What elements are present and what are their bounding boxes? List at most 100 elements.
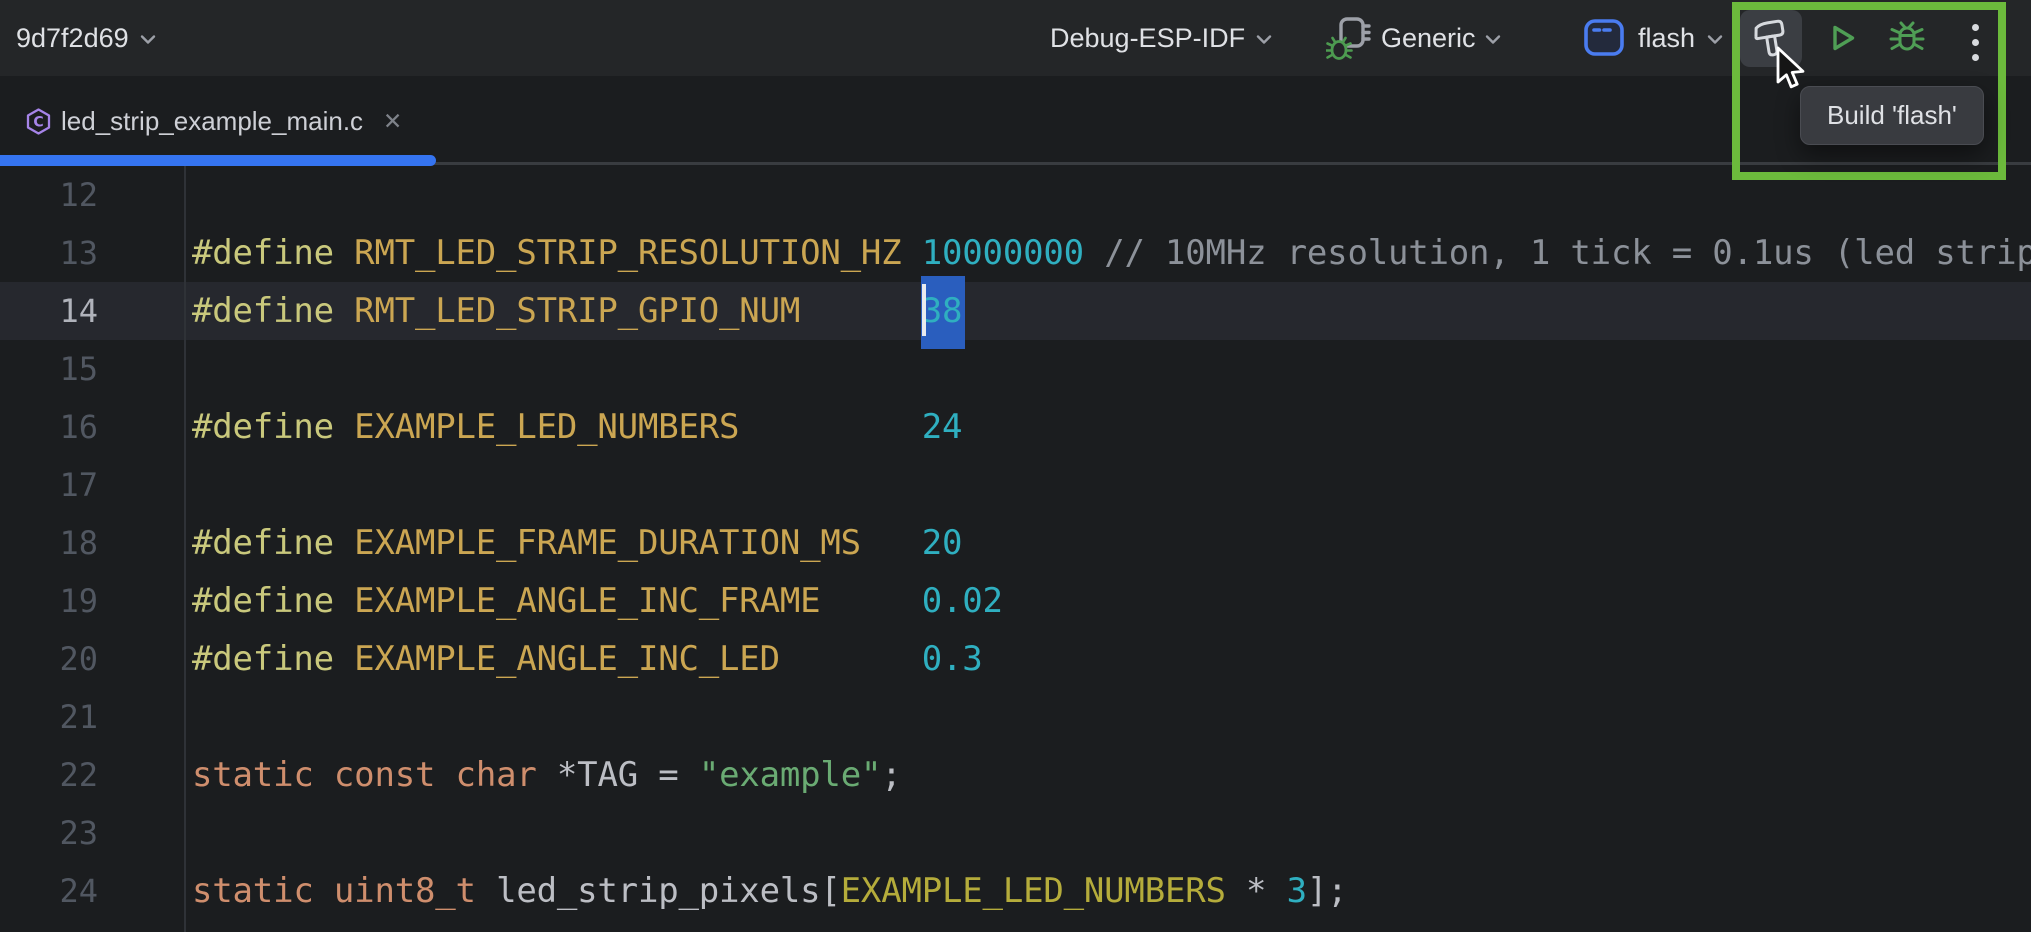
code-token: 0.3 (922, 639, 983, 679)
line-number[interactable]: 12 (0, 166, 184, 224)
chevron-down-icon (140, 34, 156, 45)
code-token: // 10MHz resolution, 1 tick = 0.1us (led… (1104, 233, 2031, 273)
window-terminal-icon (1582, 17, 1626, 59)
code-token: #define (192, 639, 354, 679)
code-token (820, 581, 921, 621)
line-number[interactable]: 20 (0, 630, 184, 688)
code-token (1084, 233, 1104, 273)
line-number[interactable]: 15 (0, 340, 184, 398)
bug-icon (1886, 16, 1928, 60)
build-tooltip-text: Build 'flash' (1827, 100, 1957, 130)
code-token (800, 291, 922, 331)
cmake-profile-selector[interactable]: Debug-ESP-IDF (1050, 0, 1272, 76)
active-tab-indicator (0, 155, 436, 166)
svg-text:C: C (33, 114, 43, 130)
code-token: #define (192, 407, 354, 447)
code-token (314, 871, 334, 911)
code-token: ; (881, 755, 901, 795)
code-line[interactable]: 17 (0, 456, 2031, 514)
code-token: #define (192, 291, 354, 331)
line-number[interactable]: 18 (0, 514, 184, 572)
code-token: RMT_LED_STRIP_RESOLUTION_HZ (354, 233, 901, 273)
main-toolbar: 9d7f2d69 Debug-ESP-IDF Generic flash (0, 0, 2031, 76)
code-token: EXAMPLE_LED_NUMBERS (841, 871, 1226, 911)
code-line[interactable]: 12 (0, 166, 2031, 224)
code-token: led_strip_pixels[ (476, 871, 841, 911)
code-text: static uint8_t led_strip_pixels[EXAMPLE_… (192, 862, 1347, 920)
project-selector[interactable]: 9d7f2d69 (16, 0, 156, 76)
code-token: static (192, 871, 314, 911)
code-line[interactable]: 21 (0, 688, 2031, 746)
chevron-down-icon (1707, 34, 1723, 45)
line-number[interactable]: 25 (0, 920, 184, 932)
build-button[interactable] (1740, 10, 1802, 67)
code-text: #define EXAMPLE_FRAME_DURATION_MS 20 (192, 514, 962, 572)
code-line[interactable]: 18#define EXAMPLE_FRAME_DURATION_MS 20 (0, 514, 2031, 572)
close-icon[interactable]: ✕ (383, 110, 402, 133)
chevron-down-icon (1256, 34, 1272, 45)
debug-button[interactable] (1886, 16, 1928, 60)
code-line[interactable]: 25 (0, 920, 2031, 932)
code-line[interactable]: 15 (0, 340, 2031, 398)
kebab-menu-icon (1972, 24, 1979, 31)
code-token: const (334, 755, 435, 795)
code-line[interactable]: 13#define RMT_LED_STRIP_RESOLUTION_HZ 10… (0, 224, 2031, 282)
line-number[interactable]: 13 (0, 224, 184, 282)
code-token (739, 407, 921, 447)
code-token: #define (192, 233, 354, 273)
tab-led-strip-example-main[interactable]: C led_strip_example_main.c ✕ (0, 76, 402, 166)
code-text: #define EXAMPLE_LED_NUMBERS 24 (192, 398, 962, 456)
code-line[interactable]: 16#define EXAMPLE_LED_NUMBERS 24 (0, 398, 2031, 456)
line-number[interactable]: 21 (0, 688, 184, 746)
line-number[interactable]: 24 (0, 862, 184, 920)
chip-with-bug-icon (1326, 14, 1372, 62)
code-token: #define (192, 581, 354, 621)
code-text: #define EXAMPLE_ANGLE_INC_FRAME 0.02 (192, 572, 1003, 630)
code-token: 24 (922, 407, 963, 447)
code-editor[interactable]: 1213#define RMT_LED_STRIP_RESOLUTION_HZ … (0, 166, 2031, 932)
run-config-label: flash (1638, 23, 1695, 54)
code-token: 3 (1287, 871, 1307, 911)
code-token: 20 (922, 523, 963, 563)
code-token: EXAMPLE_ANGLE_INC_FRAME (354, 581, 820, 621)
code-text: #define RMT_LED_STRIP_RESOLUTION_HZ 1000… (192, 224, 2031, 282)
code-line[interactable]: 22static const char *TAG = "example"; (0, 746, 2031, 804)
c-file-icon: C (25, 107, 52, 136)
cmake-profile-label: Debug-ESP-IDF (1050, 23, 1245, 54)
code-token: 10000000 (922, 233, 1084, 273)
code-token: uint8_t (334, 871, 476, 911)
debug-target-selector[interactable]: Generic (1326, 0, 1501, 76)
line-number[interactable]: 17 (0, 456, 184, 514)
code-line[interactable]: 23 (0, 804, 2031, 862)
chevron-down-icon (1485, 34, 1501, 45)
tab-filename: led_strip_example_main.c (61, 106, 363, 137)
run-button[interactable] (1822, 18, 1862, 58)
code-token (901, 233, 921, 273)
line-number[interactable]: 22 (0, 746, 184, 804)
code-token (780, 639, 922, 679)
code-token: "example" (699, 755, 881, 795)
code-line[interactable]: 20#define EXAMPLE_ANGLE_INC_LED 0.3 (0, 630, 2031, 688)
line-number[interactable]: 16 (0, 398, 184, 456)
debug-target-label: Generic (1381, 23, 1476, 54)
editor-tab-bar: C led_strip_example_main.c ✕ (0, 76, 2031, 166)
run-config-selector[interactable]: flash (1582, 0, 1723, 76)
line-number[interactable]: 23 (0, 804, 184, 862)
code-token: static (192, 755, 314, 795)
code-line[interactable]: 19#define EXAMPLE_ANGLE_INC_FRAME 0.02 (0, 572, 2031, 630)
code-line[interactable]: 24static uint8_t led_strip_pixels[EXAMPL… (0, 862, 2031, 920)
gutter-separator (184, 166, 186, 932)
line-number[interactable]: 19 (0, 572, 184, 630)
selected-text: 38 (921, 276, 966, 349)
hammer-icon (1750, 18, 1792, 60)
code-text: static const char *TAG = "example"; (192, 746, 902, 804)
more-actions-button[interactable] (1972, 24, 1979, 61)
play-icon (1822, 18, 1862, 58)
line-number[interactable]: 14 (0, 282, 184, 340)
code-line[interactable]: 14#define RMT_LED_STRIP_GPIO_NUM 38 (0, 282, 2031, 340)
project-name: 9d7f2d69 (16, 23, 129, 54)
code-text: #define EXAMPLE_ANGLE_INC_LED 0.3 (192, 630, 983, 688)
code-token: EXAMPLE_LED_NUMBERS (354, 407, 739, 447)
code-token (435, 755, 455, 795)
build-tooltip: Build 'flash' (1800, 86, 1984, 145)
